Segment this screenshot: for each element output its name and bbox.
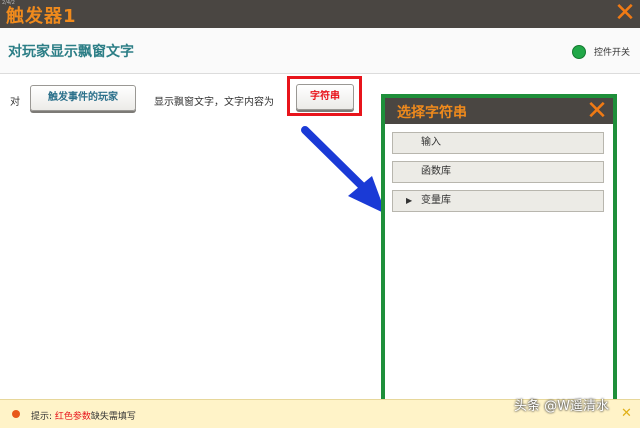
hint-dot-icon	[12, 410, 20, 418]
hint-text: 提示: 红色参数缺失需填写	[31, 409, 136, 422]
popup-close-icon[interactable]: ✕	[583, 98, 611, 124]
popup-item-variable-library[interactable]: ▶ 变量库	[392, 190, 604, 212]
popup-item-input[interactable]: 输入	[392, 132, 604, 154]
popup-title: 选择字符串	[397, 105, 467, 121]
popup-item-label: 变量库	[421, 195, 451, 206]
hint-close-icon[interactable]: ✕	[621, 406, 632, 421]
hint-prefix: 提示:	[31, 412, 55, 422]
popup-item-function-library[interactable]: 函数库	[392, 161, 604, 183]
watermark: 头条 @W遥清水	[514, 399, 609, 414]
popup-item-label: 输入	[421, 137, 441, 148]
hint-red-text: 红色参数	[54, 412, 91, 422]
popup-list: 输入 函数库 ▶ 变量库	[392, 132, 604, 219]
hint-suffix: 缺失需填写	[90, 412, 136, 422]
popup-item-label: 函数库	[421, 166, 451, 177]
expand-triangle-icon: ▶	[406, 196, 413, 205]
